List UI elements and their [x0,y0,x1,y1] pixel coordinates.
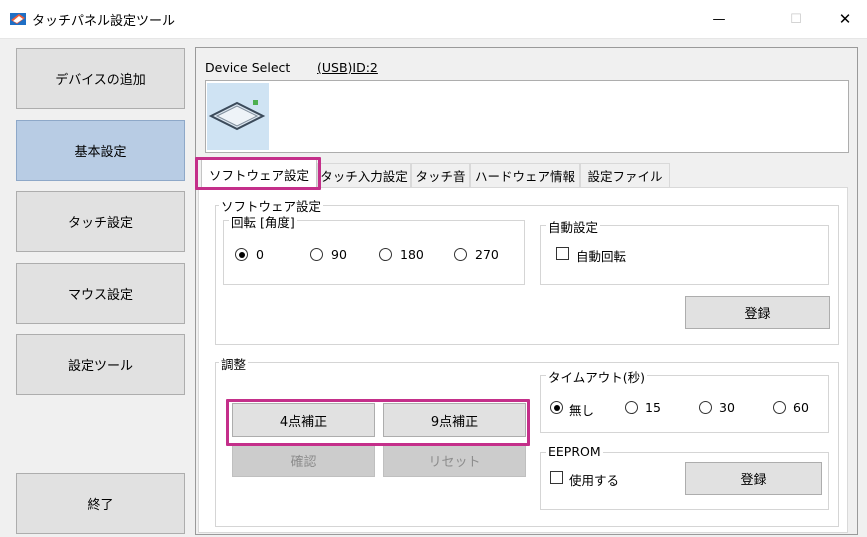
tab-label: 設定ファイル [587,169,663,184]
nav-basic-settings-button[interactable]: 基本設定 [16,120,185,181]
eeprom-register-button[interactable]: 登録 [685,462,822,495]
rotation-option-90[interactable]: 90 [310,247,370,263]
nav-touch-settings-button[interactable]: タッチ設定 [16,191,185,252]
auto-rotate-checkbox[interactable]: 自動回転 [556,246,666,264]
nav-label: タッチ設定 [67,216,133,231]
rotation-option-0[interactable]: 0 [235,247,305,263]
title-bar: タッチパネル設定ツール — ☐ ✕ [0,0,867,38]
radio-button[interactable] [235,248,248,261]
timeout-option-label: 60 [793,400,809,415]
timeout-option-15[interactable]: 15 [625,400,675,416]
nav-mouse-settings-button[interactable]: マウス設定 [16,263,185,324]
eeprom-title: EEPROM [546,444,603,459]
exit-label: 終了 [87,498,114,513]
button-label: 登録 [744,307,771,322]
radio-button[interactable] [550,401,563,414]
checkbox[interactable] [556,247,569,260]
radio-button[interactable] [310,248,323,261]
touch-panel-icon [208,100,266,131]
eeprom-use-checkbox[interactable]: 使用する [550,470,640,488]
nav-settings-tool-button[interactable]: 設定ツール [16,334,185,395]
timeout-option-60[interactable]: 60 [773,400,823,416]
nav-label: デバイスの追加 [55,73,146,88]
minimize-icon: — [712,11,726,27]
tab-touch-sound[interactable]: タッチ音 [411,163,470,187]
auto-rotate-label: 自動回転 [576,249,627,264]
tab-touch-input-settings[interactable]: タッチ入力設定 [317,163,411,187]
close-button[interactable]: ✕ [822,4,867,34]
radio-button[interactable] [379,248,392,261]
timeout-title: タイムアウト(秒) [546,367,648,386]
timeout-option-30[interactable]: 30 [699,400,749,416]
button-label: 登録 [740,473,767,488]
auto-settings-title: 自動設定 [546,217,601,236]
tab-hardware-info[interactable]: ハードウェア情報 [470,163,580,187]
button-label: 確認 [290,455,317,470]
tab-settings-file[interactable]: 設定ファイル [580,163,670,187]
radio-button[interactable] [699,401,712,414]
rotation-option-label: 90 [331,247,347,262]
highlight-box-calibration [226,399,530,446]
nav-label: 基本設定 [74,145,127,160]
checkbox[interactable] [550,471,563,484]
adjust-title: 調整 [219,354,249,373]
rotation-title: 回転 [角度] [229,212,297,231]
maximize-icon: ☐ [790,11,802,27]
eeprom-use-label: 使用する [569,473,620,488]
confirm-button[interactable]: 確認 [232,444,375,477]
nav-label: マウス設定 [67,288,133,303]
highlight-box-tab [195,157,321,190]
minimize-button[interactable]: — [696,4,742,34]
nav-label: 設定ツール [67,359,133,374]
timeout-option-label: 15 [645,400,661,415]
device-list[interactable] [205,80,849,153]
reset-button[interactable]: リセット [383,444,526,477]
device-select-label: Device Select [205,60,291,75]
button-label: リセット [428,455,481,470]
rotation-option-270[interactable]: 270 [454,247,514,263]
tab-label: タッチ音 [415,169,466,184]
timeout-option-label: 30 [719,400,735,415]
exit-button[interactable]: 終了 [16,473,185,534]
rotation-option-label: 180 [400,247,424,262]
radio-button[interactable] [625,401,638,414]
close-icon: ✕ [838,10,852,28]
nav-add-device-button[interactable]: デバイスの追加 [16,48,185,109]
rotation-option-label: 270 [475,247,499,262]
radio-button[interactable] [773,401,786,414]
device-id-link[interactable]: (USB)ID:2 [317,60,378,75]
touch-panel-device-icon[interactable] [207,83,269,150]
tab-label: タッチ入力設定 [320,169,408,184]
software-register-button[interactable]: 登録 [685,296,830,329]
maximize-button[interactable]: ☐ [773,4,819,34]
tab-label: ハードウェア情報 [474,169,575,184]
timeout-option-none[interactable]: 無し [550,400,610,418]
rotation-option-180[interactable]: 180 [379,247,439,263]
radio-button[interactable] [454,248,467,261]
window-title: タッチパネル設定ツール [32,14,176,29]
rotation-option-label: 0 [256,247,264,262]
app-icon [10,13,26,25]
timeout-option-label: 無し [569,403,595,418]
